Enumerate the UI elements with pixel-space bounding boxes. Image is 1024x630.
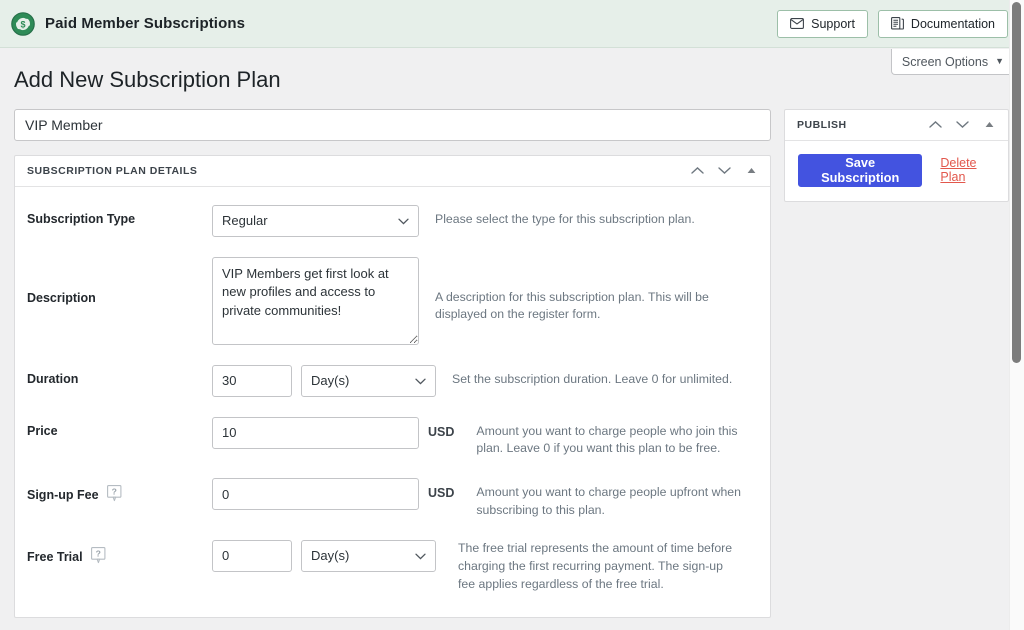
screen-options-wrap: Screen Options ▼ [890, 49, 1015, 75]
plan-title-input[interactable] [14, 108, 771, 141]
chevron-down-icon[interactable] [716, 163, 732, 179]
chevron-up-icon[interactable] [689, 163, 705, 179]
row-free-trial: Free Trial ? 0 Day(s) The free trial rep… [15, 530, 770, 603]
subscription-type-label: Subscription Type [27, 211, 136, 226]
subscription-type-select-wrap: Regular [212, 204, 419, 237]
subscription-type-field: Regular [212, 204, 419, 237]
details-panel-header: Subscription Plan Details [15, 156, 770, 187]
signup-fee-currency-label: USD [428, 486, 455, 501]
duration-label: Duration [27, 371, 79, 386]
details-panel-title: Subscription Plan Details [27, 164, 198, 177]
publish-panel-title: Publish [797, 118, 847, 131]
screen-options-button[interactable]: Screen Options ▼ [890, 49, 1015, 75]
subscription-type-description: Please select the type for this subscrip… [435, 211, 695, 226]
signup-fee-input[interactable] [212, 478, 419, 511]
envelope-icon [790, 18, 805, 29]
details-panel-tools [689, 163, 759, 179]
svg-text:?: ? [95, 548, 100, 558]
help-bubble-icon[interactable]: ? [106, 485, 122, 505]
price-field: USD [212, 416, 455, 449]
admin-page: $ Paid Member Subscriptions Support Docu… [0, 0, 1024, 630]
free-trial-field: Day(s) [212, 539, 436, 572]
duration-unit-select[interactable]: Day(s) [301, 364, 436, 397]
price-label: Price [27, 423, 58, 438]
save-subscription-button[interactable]: Save Subscription [798, 153, 923, 187]
signup-fee-description: Amount you want to charge people upfront… [476, 485, 741, 518]
free-trial-input[interactable] [212, 539, 292, 572]
chevron-down-icon: ▼ [995, 56, 1004, 66]
row-description: Description VIP Members get first look a… [15, 247, 770, 355]
header-actions: Support Documentation [777, 9, 1008, 38]
side-column: Publish Save Subscription [784, 108, 1009, 202]
subscription-type-select[interactable]: Regular [212, 204, 419, 237]
documentation-button[interactable]: Documentation [877, 9, 1008, 38]
description-help: A description for this subscription plan… [435, 289, 709, 322]
signup-fee-field: USD [212, 478, 455, 511]
publish-panel: Publish Save Subscription [784, 108, 1009, 202]
brand-title: Paid Member Subscriptions [45, 15, 246, 32]
support-button[interactable]: Support [777, 9, 868, 38]
triangle-toggle-icon[interactable] [981, 117, 997, 133]
details-form: Subscription Type Regular Please select … [15, 187, 770, 618]
brand: $ Paid Member Subscriptions [10, 11, 245, 37]
chevron-down-icon[interactable] [954, 117, 970, 133]
free-trial-unit-select[interactable]: Day(s) [301, 539, 436, 572]
plugin-header-bar: $ Paid Member Subscriptions Support Docu… [0, 0, 1024, 48]
document-stack-icon [890, 17, 904, 30]
description-label: Description [27, 290, 96, 305]
duration-unit-select-wrap: Day(s) [301, 364, 436, 397]
description-textarea[interactable]: VIP Members get first look at new profil… [212, 256, 419, 345]
price-input[interactable] [212, 416, 419, 449]
price-currency-label: USD [428, 424, 455, 439]
free-trial-unit-select-wrap: Day(s) [301, 539, 436, 572]
dollar-recycle-icon: $ [10, 11, 36, 37]
duration-input[interactable] [212, 364, 292, 397]
signup-fee-label: Sign-up Fee ? [27, 478, 212, 505]
help-bubble-icon[interactable]: ? [90, 546, 106, 567]
scrollbar-thumb[interactable] [1012, 2, 1021, 363]
publish-panel-header: Publish [785, 110, 1008, 141]
duration-description: Set the subscription duration. Leave 0 f… [452, 371, 733, 386]
documentation-button-label: Documentation [910, 16, 995, 31]
row-duration: Duration Day(s) [15, 355, 770, 407]
triangle-toggle-icon[interactable] [743, 163, 759, 179]
screen-options-label: Screen Options [901, 54, 989, 69]
row-price: Price USD Amount you want to charge peop… [15, 407, 770, 469]
publish-panel-tools [927, 117, 997, 133]
content-area: Subscription Plan Details [0, 108, 1024, 619]
description-field: VIP Members get first look at new profil… [212, 256, 419, 345]
svg-text:$: $ [20, 19, 25, 29]
main-column: Subscription Plan Details [14, 108, 771, 619]
chevron-up-icon[interactable] [927, 117, 943, 133]
subscription-plan-details-panel: Subscription Plan Details [14, 154, 771, 619]
duration-field: Day(s) [212, 364, 436, 397]
free-trial-description: The free trial represents the amount of … [458, 540, 733, 591]
svg-text:?: ? [111, 487, 116, 497]
price-description: Amount you want to charge people who joi… [476, 423, 738, 456]
delete-plan-link[interactable]: Delete Plan [940, 156, 995, 184]
publish-actions: Save Subscription Delete Plan [785, 141, 1008, 201]
page-scrollbar[interactable] [1009, 0, 1024, 630]
support-button-label: Support [811, 16, 855, 31]
page-title: Add New Subscription Plan [14, 67, 281, 92]
row-subscription-type: Subscription Type Regular Please select … [15, 195, 770, 247]
row-signup-fee: Sign-up Fee ? USD [15, 468, 770, 530]
free-trial-label: Free Trial ? [27, 540, 212, 567]
